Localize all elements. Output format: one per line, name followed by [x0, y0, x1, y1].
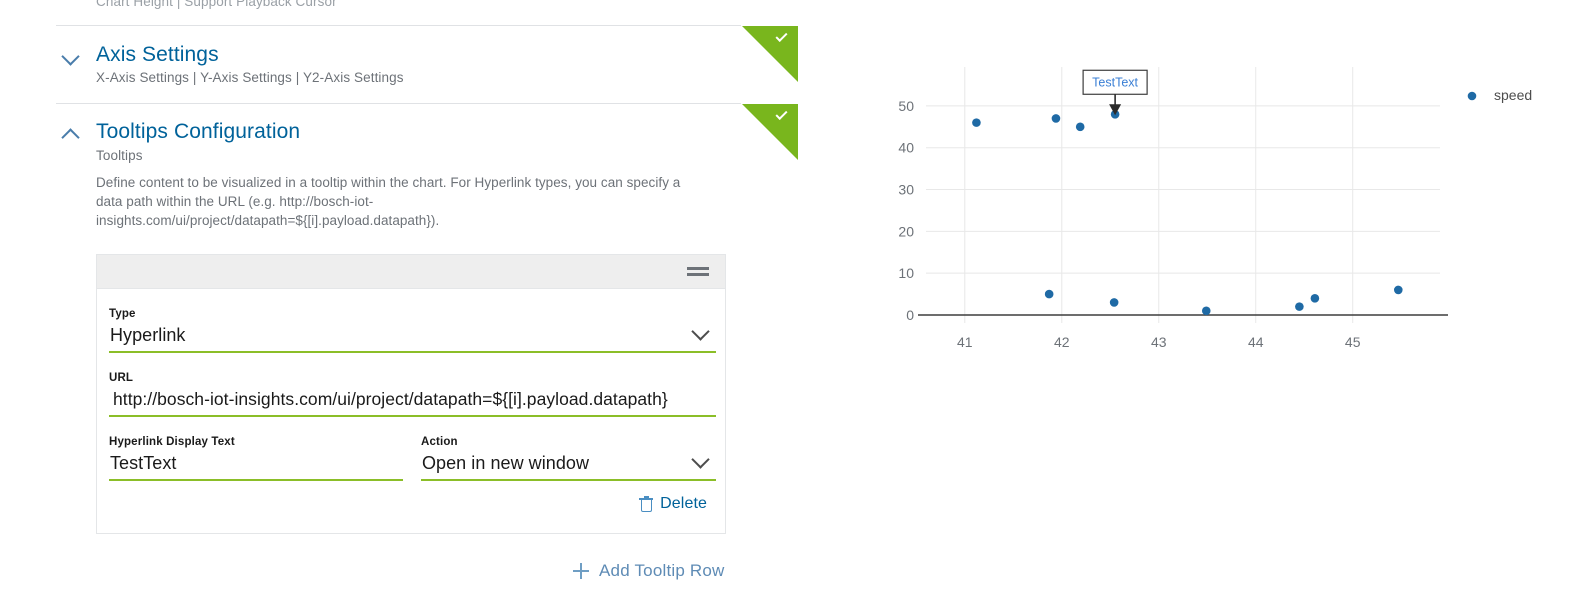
add-tooltip-row-button[interactable]: Add Tooltip Row [573, 561, 725, 581]
hyperlink-display-text-input[interactable]: Hyperlink Display Text TestText [109, 435, 403, 481]
plus-icon [573, 563, 589, 579]
chevron-down-icon[interactable] [692, 451, 710, 469]
x-axis-tick-label: 42 [1054, 334, 1070, 350]
field-underline [109, 351, 716, 353]
y-axis-tick-label: 10 [898, 265, 914, 281]
type-select[interactable]: Type Hyperlink [109, 307, 716, 353]
description-line-1: Define content to be visualized in a too… [96, 175, 681, 190]
tooltip-row-card: Type Hyperlink URL http://bosch-iot-insi… [96, 254, 726, 534]
app-root: Chart Height | Support Playback Cursor A… [0, 0, 1572, 595]
hyperlink-display-text-label: Hyperlink Display Text [109, 436, 235, 448]
y-axis-tick-label: 50 [898, 98, 914, 114]
delete-label: Delete [660, 495, 707, 512]
field-underline [109, 479, 403, 481]
axis-settings-subtitle: X-Axis Settings | Y-Axis Settings | Y2-A… [96, 70, 404, 85]
legend-marker [1467, 91, 1477, 101]
action-value: Open in new window [422, 453, 589, 473]
y-axis-tick-label: 0 [906, 307, 914, 323]
url-input[interactable]: URL http://bosch-iot-insights.com/ui/pro… [109, 371, 716, 417]
tooltips-description: Define content to be visualized in a too… [96, 173, 721, 230]
chevron-up-icon[interactable] [62, 124, 81, 143]
chart-data-points [972, 109, 1403, 316]
tooltips-configuration-subtitle: Tooltips [96, 148, 143, 163]
scatter-chart: 0 10 20 30 40 50 41 42 43 44 45 TestText speed [898, 67, 1532, 350]
chart-data-point[interactable] [1310, 293, 1320, 303]
drag-handle-icon[interactable] [687, 267, 709, 278]
chevron-down-icon[interactable] [692, 323, 710, 341]
chart-preview: 0 10 20 30 40 50 41 42 43 44 45 TestText speed [860, 60, 1572, 360]
configuration-panel: Chart Height | Support Playback Cursor A… [0, 0, 800, 595]
field-underline [421, 479, 716, 481]
x-axis-tick-label: 43 [1151, 334, 1167, 350]
type-label: Type [109, 308, 136, 320]
chart-data-point[interactable] [1075, 122, 1085, 132]
chart-data-point[interactable] [1044, 289, 1054, 299]
chart-data-point[interactable] [1051, 114, 1061, 123]
tooltips-configuration-complete-badge [742, 104, 798, 160]
add-tooltip-row-label: Add Tooltip Row [599, 561, 725, 580]
chart-data-point[interactable] [1201, 306, 1211, 316]
action-label: Action [421, 436, 458, 448]
x-axis-tick-label: 41 [957, 334, 973, 350]
tooltip-callout-link[interactable]: TestText [1092, 75, 1138, 89]
y-axis-tick-label: 20 [898, 223, 914, 239]
x-axis-tick-label: 44 [1248, 334, 1264, 350]
chart-gridlines [926, 67, 1440, 323]
chart-data-point[interactable] [1109, 298, 1119, 307]
chart-data-point[interactable] [1295, 302, 1304, 311]
chevron-down-icon[interactable] [62, 47, 81, 66]
chart-data-point[interactable] [972, 118, 981, 127]
legend-label[interactable]: speed [1494, 87, 1532, 103]
description-line-2: data path within the URL (e.g. http://bo… [96, 194, 374, 209]
chart-axes: 0 10 20 30 40 50 41 42 43 44 45 [898, 98, 1448, 350]
tooltip-row-header [97, 255, 725, 289]
x-axis-tick-label: 45 [1345, 334, 1361, 350]
axis-settings-title: Axis Settings [96, 43, 219, 66]
action-select[interactable]: Action Open in new window [421, 435, 716, 481]
tooltips-configuration-title: Tooltips Configuration [96, 120, 301, 143]
chart-legend: speed [1467, 87, 1532, 103]
delete-button[interactable]: Delete [639, 495, 707, 513]
y-axis-tick-label: 30 [898, 182, 914, 198]
url-label: URL [109, 372, 134, 384]
y-axis-tick-label: 40 [898, 140, 914, 156]
axis-settings-complete-badge [742, 26, 798, 82]
field-underline [109, 415, 716, 417]
chart-data-point[interactable] [1393, 285, 1403, 295]
trash-icon [639, 496, 654, 512]
type-value: Hyperlink [110, 325, 186, 345]
previous-section-subtitle: Chart Height | Support Playback Cursor [96, 0, 337, 9]
hyperlink-display-text-value: TestText [110, 453, 177, 473]
description-line-3: insights.com/ui/project/datapath=${[i].p… [96, 213, 440, 228]
url-value: http://bosch-iot-insights.com/ui/project… [113, 389, 668, 409]
chart-tooltip-callout: TestText [1082, 69, 1148, 116]
